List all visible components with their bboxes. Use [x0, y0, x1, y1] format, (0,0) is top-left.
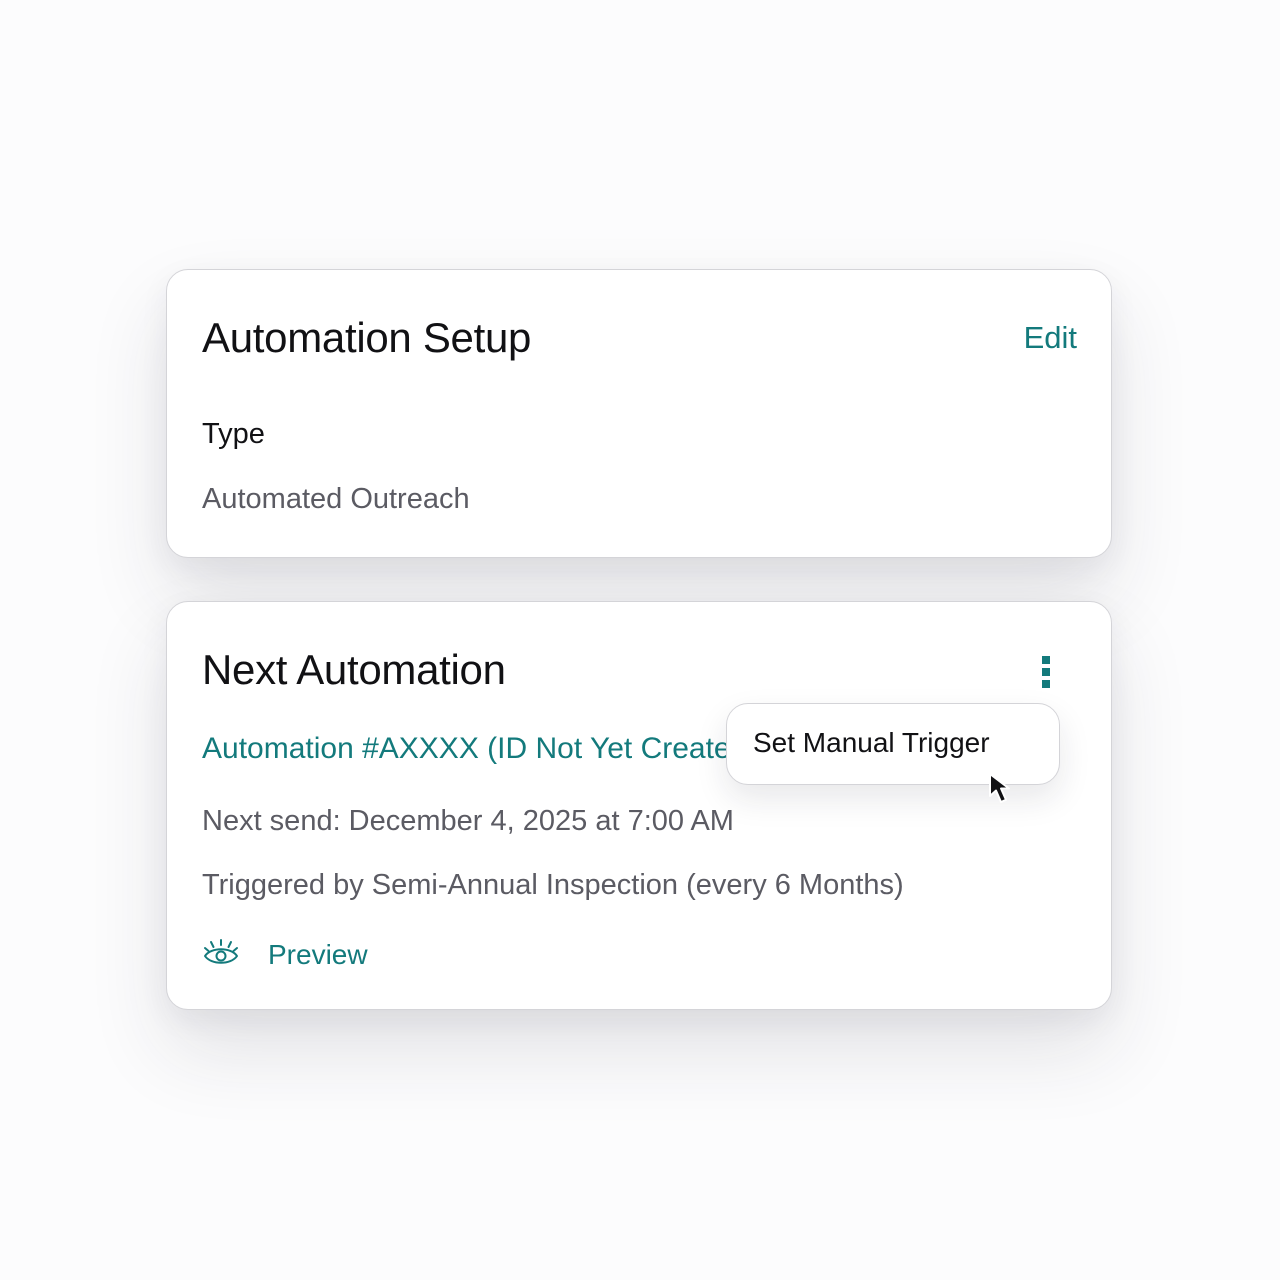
- triggered-by-text: Triggered by Semi-Annual Inspection (eve…: [202, 869, 904, 901]
- context-menu: Set Manual Trigger: [726, 703, 1060, 785]
- eye-icon: [204, 939, 238, 964]
- edit-link[interactable]: Edit: [1024, 320, 1077, 356]
- set-manual-trigger-menu-item[interactable]: Set Manual Trigger: [753, 727, 990, 759]
- automation-link[interactable]: Automation #AXXXX (ID Not Yet Created): [202, 732, 727, 766]
- automation-setup-title: Automation Setup: [202, 314, 532, 361]
- type-value: Automated Outreach: [202, 483, 470, 515]
- kebab-dot: [1042, 656, 1050, 664]
- next-automation-card: Next Automation Automation #AXXXX (ID No…: [166, 601, 1112, 1010]
- next-send-text: Next send: December 4, 2025 at 7:00 AM: [202, 805, 734, 837]
- type-label: Type: [202, 418, 265, 450]
- kebab-dot: [1042, 680, 1050, 688]
- next-automation-title: Next Automation: [202, 646, 506, 693]
- automation-setup-card: Automation Setup Edit Type Automated Out…: [166, 269, 1112, 558]
- kebab-dot: [1042, 668, 1050, 676]
- preview-label: Preview: [268, 939, 368, 970]
- more-options-icon[interactable]: [1035, 655, 1057, 689]
- preview-link[interactable]: Preview: [202, 935, 368, 975]
